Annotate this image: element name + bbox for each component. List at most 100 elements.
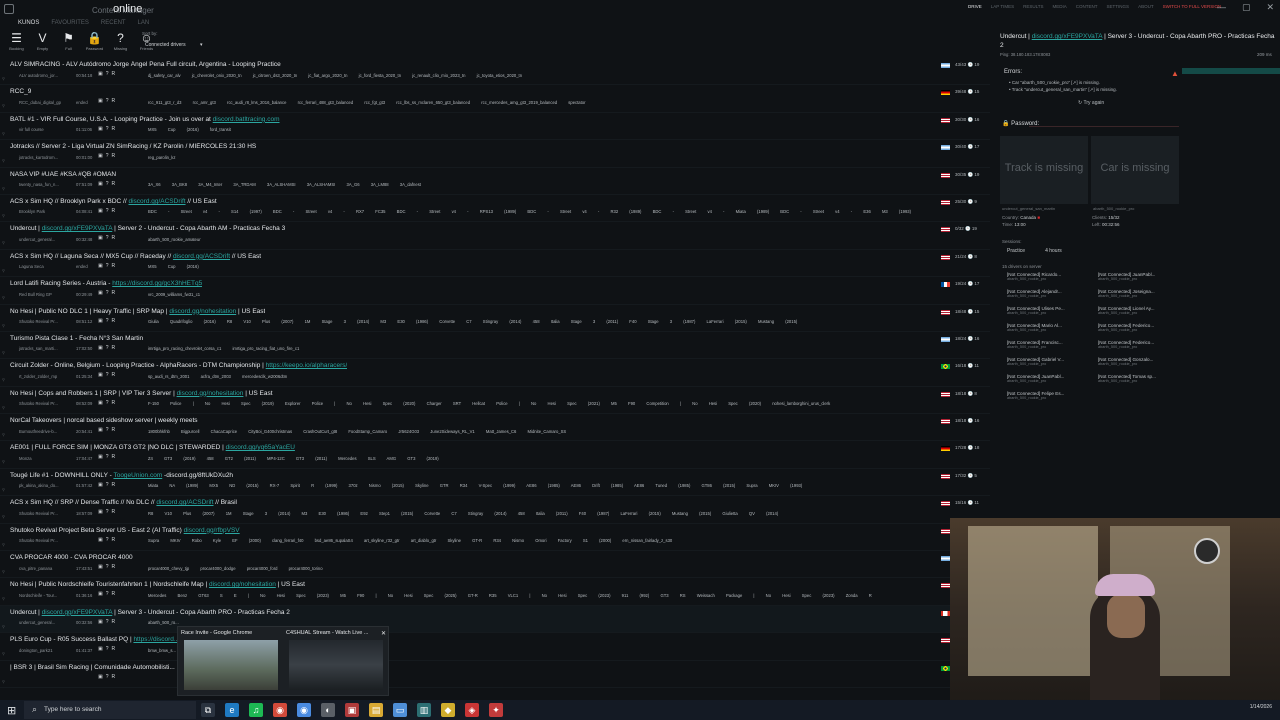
top-nav-item[interactable]: ABOUT (1138, 4, 1154, 9)
server-link[interactable]: discord.gg/rfbpVSV (184, 527, 240, 534)
edge-icon[interactable]: e (225, 703, 239, 717)
server-link[interactable]: discord.gg/xFE9PXVaTA (42, 225, 113, 232)
driver-entry[interactable]: [Not Connected] JuanPabl... abarth_500_ro… (1098, 272, 1178, 281)
top-nav-item[interactable]: DRIVE (968, 4, 982, 9)
sort-dropdown[interactable]: Sort by: Connected drivers ▾ (142, 31, 203, 48)
driver-entry[interactable]: [Not Connected] JuanPabl... abarth_500_ro… (1007, 374, 1087, 383)
top-nav-item[interactable]: SETTINGS (1107, 4, 1130, 9)
server-link[interactable]: https://discord... (133, 636, 179, 643)
server-row[interactable]: ACS x Sim HQ // Brooklyn Park x BDC // d… (0, 195, 990, 223)
filter-button[interactable]: ☰ Booking (6, 31, 27, 51)
tool-icon[interactable]: ✦ (489, 703, 503, 717)
driver-entry[interactable]: [Not Connected] Joseigna... abarth_500_ro… (1098, 289, 1178, 298)
filter-button[interactable]: ? Missing (110, 31, 131, 51)
server-row[interactable]: RCC_9 RCC_dubai_digital_gp ended ▣? Rrcc_911… (0, 85, 990, 113)
server-row[interactable]: ACS x Sim HQ // SRP // Dense Traffic // … (0, 496, 990, 524)
close-icon[interactable]: ✕ (381, 630, 386, 637)
obs-icon[interactable]: ◐ (321, 703, 335, 717)
source-tab[interactable]: FAVOURITES (51, 20, 89, 26)
top-nav-item[interactable]: MEDIA (1053, 4, 1067, 9)
server-link[interactable]: discord.batltracing.com (213, 116, 280, 123)
server-row[interactable]: Lord Latifi Racing Series - Austria - ht… (0, 277, 990, 305)
error-item[interactable]: • Car "abarth_500_rookie_pro" [↗] is mis… (1009, 80, 1100, 86)
driver-entry[interactable]: [Not Connected] Gonzalo... abarth_500_roo… (1098, 357, 1178, 366)
spotify-icon[interactable]: ♫ (249, 703, 263, 717)
server-row[interactable]: CVA PROCAR 4000 - CVA PROCAR 4000 cva_pit… (0, 551, 990, 579)
driver-entry[interactable]: [Not Connected] Gabriel V... abarth_500_r… (1007, 357, 1087, 366)
server-link[interactable]: discord.gg/nohesitation (177, 390, 244, 397)
server-link[interactable]: ToogeUnion.com (113, 472, 162, 479)
top-nav-item[interactable]: RESULTS (1023, 4, 1043, 9)
server-row[interactable]: Turismo Pista Clase 1 - Fecha N°3 San Ma… (0, 332, 990, 360)
terminal-icon[interactable]: ▥ (417, 703, 431, 717)
server-row[interactable]: Shutoko Revival Project Beta Server US -… (0, 524, 990, 552)
server-row[interactable]: PLS Euro Cup - R05 Success Ballast PQ | … (0, 633, 990, 661)
server-row[interactable]: Circuit Zolder - Online, Belgium - Loopi… (0, 359, 990, 387)
app-icon[interactable]: ▣ (345, 703, 359, 717)
top-nav-item[interactable]: LAP TIMES (991, 4, 1014, 9)
notepad-icon[interactable]: ▭ (393, 703, 407, 717)
server-row[interactable]: ALV SIMRACING - ALV Autódromo Jorge Ánge… (0, 58, 990, 86)
filter-button[interactable]: V Empty (32, 31, 53, 51)
server-link[interactable]: discord.gg/ACSDrift (173, 253, 230, 260)
windows-start-icon[interactable]: ⊞ (7, 704, 16, 717)
minimize-button[interactable]: — (1217, 2, 1226, 13)
taskbar-search[interactable]: ⌕ Type here to search (24, 701, 196, 719)
server-row[interactable]: BATL #1 - VIR Full Course, U.S.A. - Loop… (0, 113, 990, 141)
server-link[interactable]: discord.gg/nohesitation (209, 581, 276, 588)
driver-entry[interactable]: [Not Connected] Ulises Pe... abarth_500_r… (1007, 306, 1087, 315)
filter-button[interactable]: ⚑ Full (58, 31, 79, 51)
driver-entry[interactable]: [Not Connected] Lionel Ay... abarth_500_r… (1098, 306, 1178, 315)
assetto-icon[interactable]: ◆ (441, 703, 455, 717)
driver-entry[interactable]: [Not Connected] Federico... abarth_500_ro… (1098, 340, 1178, 349)
server-row[interactable]: No Hesi | Cops and Robbers 1 | SRP | VIP… (0, 387, 990, 415)
server-link[interactable]: https://discord.gg/gcX3hHETq5 (112, 280, 202, 287)
chrome-alt-icon[interactable]: ◉ (297, 703, 311, 717)
error-item[interactable]: • Track "undercut_general_san_martin" [↗… (1009, 87, 1117, 93)
server-row[interactable]: | BSR 3 | Brasil Sim Racing | Comunidade… (0, 661, 990, 688)
server-link[interactable]: discord.gg/yq65aYacEU (226, 444, 295, 451)
top-nav-item[interactable]: CONTENT (1076, 4, 1098, 9)
question-icon: ? (105, 564, 109, 571)
source-tab[interactable]: LAN (138, 20, 150, 26)
driver-entry[interactable]: [Not Connected] Alejandr... abarth_500_ro… (1007, 289, 1087, 298)
maximize-button[interactable]: ▢ (1242, 2, 1251, 13)
source-tab[interactable]: RECENT (101, 20, 126, 26)
driver-entry[interactable]: [Not Connected] Ricardo... abarth_500_roo… (1007, 272, 1087, 281)
top-nav-item[interactable]: SWITCH TO FULL VERSION (1163, 4, 1222, 9)
driver-entry[interactable]: [Not Connected] Francisc... abarth_500_ro… (1007, 340, 1087, 349)
server-list[interactable]: ALV SIMRACING - ALV Autódromo Jorge Ánge… (0, 58, 990, 688)
filter-button[interactable]: 🔒 Password (84, 31, 105, 51)
server-link[interactable]: discord.gg/ACSDrift (128, 198, 185, 205)
close-button[interactable]: ✕ (1266, 2, 1274, 13)
driver-entry[interactable]: [Not Connected] Federico... abarth_500_ro… (1098, 323, 1178, 332)
join-button[interactable] (1182, 68, 1280, 74)
driver-entry[interactable]: [Not Connected] Tomas sp... abarth_500_ro… (1098, 374, 1178, 383)
server-row[interactable]: Tougé Life #1 - DOWNHILL ONLY - ToogeUni… (0, 469, 990, 497)
server-row[interactable]: AE001 | FULL FORCE SIM | MONZA GT3 GT2 |… (0, 441, 990, 469)
server-link[interactable]: https://keepo.io/alpharacers/ (266, 362, 348, 369)
detail-discord-link[interactable]: discord.gg/xFE9PXVaTA (1032, 33, 1103, 40)
thumbnail-chrome[interactable]: Race Invite - Google Chrome (181, 630, 283, 694)
file-explorer-icon[interactable]: ▤ (369, 703, 383, 717)
driver-entry[interactable]: [Not Connected] Felipe Es... abarth_500_r… (1007, 391, 1087, 400)
driver-entry[interactable]: [Not Connected] Mario Al... abarth_500_ro… (1007, 323, 1087, 332)
server-row[interactable]: No Hesi | Public Nordschleife Touristenf… (0, 578, 990, 606)
chrome-icon[interactable]: ◉ (273, 703, 287, 717)
server-row[interactable]: No Hesi | Public NO DLC 1 | Heavy Traffi… (0, 305, 990, 332)
server-row[interactable]: Undercut | discord.gg/xFE9PXVaTA | Serve… (0, 222, 990, 250)
try-again-button[interactable]: ↻ Try again (1078, 100, 1104, 106)
server-row[interactable]: NASA VIP #UAE #KSA #QB #OMAN twenty_nasa_… (0, 168, 990, 195)
server-row[interactable]: Jotracks // Server 2 - Liga Virtual ZN S… (0, 140, 990, 168)
server-link[interactable]: discord.gg/nohesitation (169, 308, 236, 315)
password-input[interactable] (1029, 120, 1179, 127)
game-icon[interactable]: ◈ (465, 703, 479, 717)
server-link[interactable]: discord.gg/xFE9PXVaTA (42, 609, 113, 616)
task-view-icon[interactable]: ⧉ (201, 703, 215, 717)
thumbnail-stream[interactable]: C4SHUAL Stream - Watch Live ... ✕ (286, 630, 388, 694)
source-tab[interactable]: KUNOS (18, 20, 39, 26)
server-row[interactable]: ACS x Sim HQ // Laguna Seca // MX5 Cup /… (0, 250, 990, 278)
server-row[interactable]: NorCal Takeovers | norcal based sideshow… (0, 414, 990, 442)
server-row[interactable]: Undercut | discord.gg/xFE9PXVaTA | Serve… (0, 605, 990, 634)
server-link[interactable]: discord.gg/ACSDrift (156, 499, 213, 506)
